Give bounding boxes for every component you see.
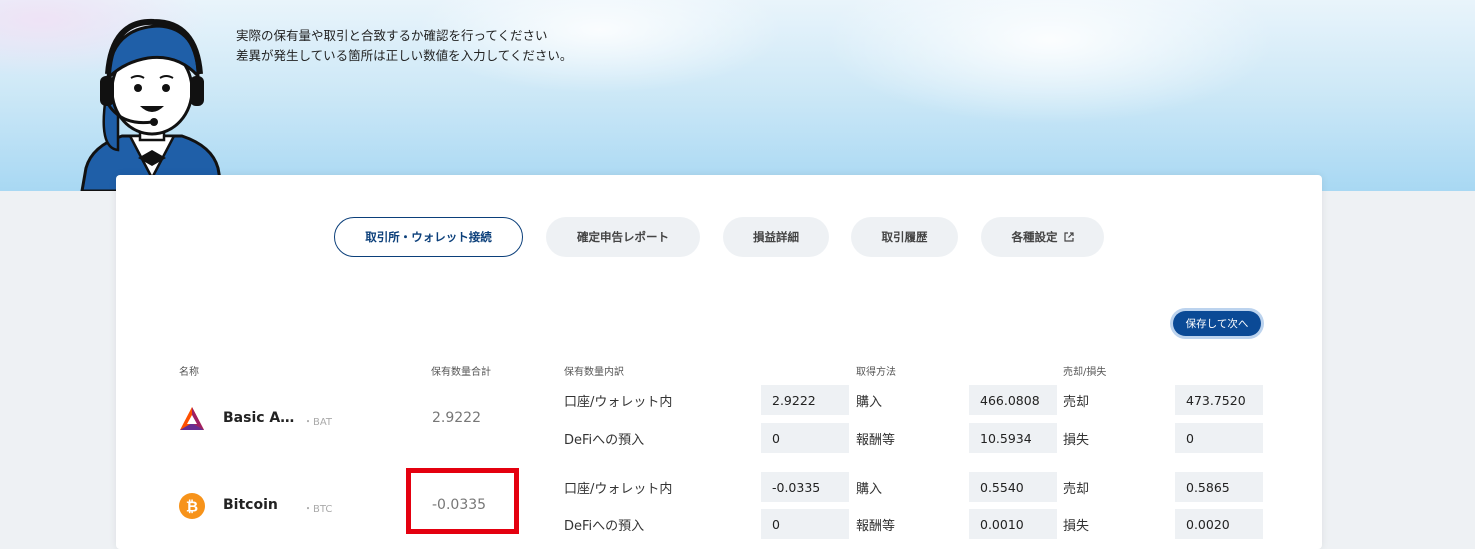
- tab-label: 取引所・ウォレット接続: [365, 230, 492, 244]
- main-card: 取引所・ウォレット接続 確定申告レポート 損益詳細 取引履歴 各種設定 保存して…: [116, 175, 1322, 549]
- tab-label: 損益詳細: [753, 230, 799, 244]
- defi-label: DeFiへの預入: [564, 433, 645, 448]
- tab-profit-detail[interactable]: 損益詳細: [723, 217, 829, 257]
- instruction-message: 実際の保有量や取引と合致するか確認を行ってください 差異が発生している箇所は正し…: [236, 26, 572, 66]
- loss-label: 損失: [1063, 519, 1090, 534]
- bat-icon: [180, 407, 204, 430]
- defi-value-field[interactable]: 0: [761, 509, 849, 539]
- sell-label: 売却: [1063, 395, 1090, 410]
- instruction-line-2: 差異が発生している箇所は正しい数値を入力してください。: [236, 48, 573, 63]
- defi-value-field[interactable]: 0: [761, 423, 849, 453]
- tab-settings[interactable]: 各種設定: [981, 217, 1104, 257]
- purchase-label: 購入: [856, 395, 883, 410]
- tab-label: 取引履歴: [881, 230, 928, 244]
- sell-value-field[interactable]: 473.7520: [1175, 385, 1263, 415]
- asset-name: Bitcoin: [223, 497, 278, 513]
- sell-label: 売却: [1063, 482, 1090, 497]
- header-sale-loss: 売却/損失: [1063, 367, 1107, 378]
- defi-label: DeFiへの預入: [564, 519, 645, 534]
- asset-name: Basic A…: [223, 410, 295, 426]
- reward-label: 報酬等: [856, 519, 896, 534]
- reward-value-field[interactable]: 0.0010: [969, 509, 1057, 539]
- instruction-line-1: 実際の保有量や取引と合致するか確認を行ってください: [236, 28, 548, 43]
- reward-value-field[interactable]: 10.5934: [969, 423, 1057, 453]
- tab-exchange-wallet[interactable]: 取引所・ウォレット接続: [334, 217, 523, 257]
- loss-label: 損失: [1063, 433, 1090, 448]
- purchase-label: 購入: [856, 482, 883, 497]
- external-link-icon: [1063, 232, 1074, 242]
- purchase-value-field[interactable]: 0.5540: [969, 472, 1057, 502]
- support-operator-mascot: [80, 18, 224, 191]
- nav-tabs: 取引所・ウォレット接続 確定申告レポート 損益詳細 取引履歴 各種設定: [116, 217, 1322, 257]
- tab-label: 確定申告レポート: [577, 230, 669, 244]
- sell-value-field[interactable]: 0.5865: [1175, 472, 1263, 502]
- holding-total: 2.9222: [432, 410, 481, 426]
- save-and-next-label: 保存して次へ: [1185, 318, 1249, 330]
- bitcoin-icon: ₿: [179, 493, 205, 519]
- header-total: 保有数量合計: [431, 367, 491, 378]
- svg-text:₿: ₿: [186, 498, 198, 516]
- wallet-value-field[interactable]: 2.9222: [761, 385, 849, 415]
- loss-value-field[interactable]: 0: [1175, 423, 1263, 453]
- purchase-value-field[interactable]: 466.0808: [969, 385, 1057, 415]
- header-name: 名称: [179, 367, 199, 378]
- tab-label: 各種設定: [1011, 230, 1058, 244]
- header-breakdown: 保有数量内訳: [564, 367, 624, 378]
- asset-symbol: ・BAT: [303, 417, 333, 428]
- save-and-next-button[interactable]: 保存して次へ: [1173, 311, 1261, 336]
- loss-value-field[interactable]: 0.0020: [1175, 509, 1263, 539]
- wallet-label: 口座/ウォレット内: [564, 482, 673, 497]
- header-acquisition: 取得方法: [856, 367, 896, 378]
- tab-tax-report[interactable]: 確定申告レポート: [546, 217, 700, 257]
- asset-symbol: ・BTC: [303, 504, 333, 515]
- highlight-box: [406, 468, 519, 534]
- reward-label: 報酬等: [856, 433, 896, 448]
- wallet-value-field[interactable]: -0.0335: [761, 472, 849, 502]
- wallet-label: 口座/ウォレット内: [564, 395, 673, 410]
- tab-transaction-history[interactable]: 取引履歴: [851, 217, 958, 257]
